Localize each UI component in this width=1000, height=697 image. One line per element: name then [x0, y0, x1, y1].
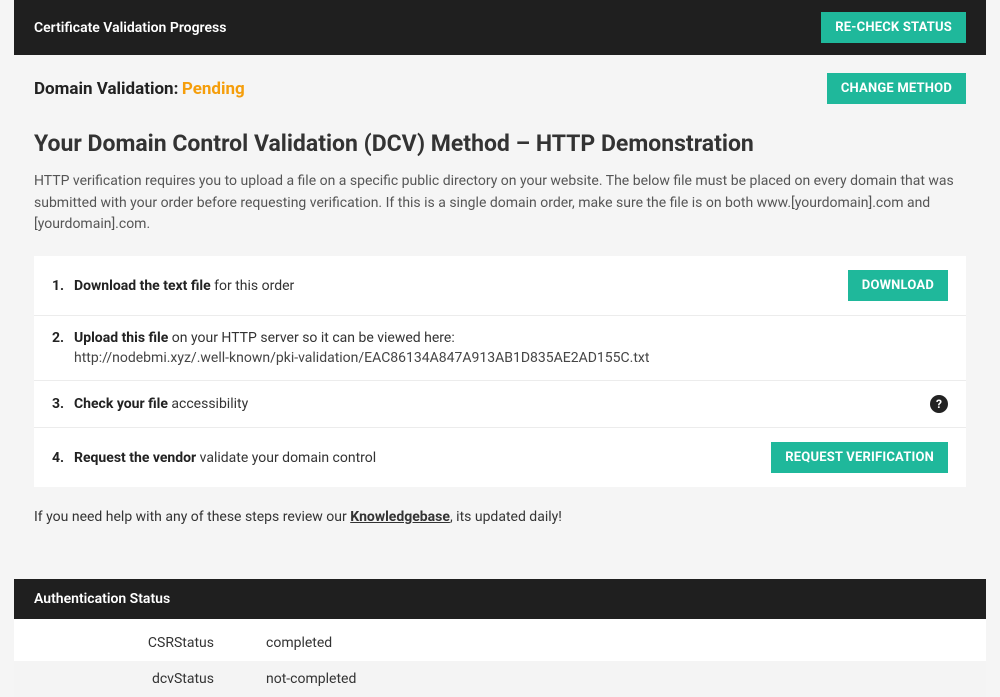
step-number: 4. — [52, 450, 68, 466]
domain-validation-label: Domain Validation: — [34, 79, 178, 99]
step-bold: Download the text file — [74, 278, 211, 294]
step-request: 4. Request the vendor validate your doma… — [34, 428, 966, 487]
footnote-suffix: , its updated daily! — [450, 509, 562, 525]
step-download: 1. Download the text file for this order… — [34, 256, 966, 316]
authentication-status-section: Authentication Status CSRStatus complete… — [14, 579, 986, 697]
validation-progress-title: Certificate Validation Progress — [34, 20, 226, 36]
domain-validation-status: Pending — [182, 79, 245, 99]
recheck-status-button[interactable]: RE-CHECK STATUS — [821, 12, 966, 43]
step-text: validate your domain control — [196, 450, 376, 466]
auth-row-label: CSRStatus — [14, 635, 254, 651]
auth-row-label: dcvStatus — [14, 671, 254, 687]
dcv-description: HTTP verification requires you to upload… — [34, 171, 966, 236]
validation-progress-header: Certificate Validation Progress RE-CHECK… — [14, 0, 986, 55]
step-number: 1. — [52, 278, 68, 294]
download-button[interactable]: DOWNLOAD — [848, 270, 948, 301]
step-number: 3. — [52, 396, 68, 412]
step-bold: Upload this file — [74, 330, 168, 346]
validation-file-url: http://nodebmi.xyz/.well-known/pki-valid… — [74, 350, 948, 366]
auth-row-value: not-completed — [254, 671, 986, 687]
table-row: dcvStatus not-completed — [14, 661, 986, 697]
step-text: on your HTTP server so it can be viewed … — [168, 330, 454, 346]
help-footnote: If you need help with any of these steps… — [34, 509, 966, 525]
step-bold: Request the vendor — [74, 450, 196, 466]
validation-panel: Domain Validation: Pending CHANGE METHOD… — [14, 55, 986, 551]
dcv-method-title: Your Domain Control Validation (DCV) Met… — [34, 130, 966, 157]
step-upload: 2. Upload this file on your HTTP server … — [34, 316, 966, 381]
step-text: for this order — [211, 278, 295, 294]
authentication-status-title: Authentication Status — [34, 591, 170, 607]
validation-status-row: Domain Validation: Pending CHANGE METHOD — [34, 73, 966, 104]
authentication-status-table: CSRStatus completed dcvStatus not-comple… — [14, 619, 986, 697]
step-bold: Check your file — [74, 396, 168, 412]
footnote-prefix: If you need help with any of these steps… — [34, 509, 350, 525]
request-verification-button[interactable]: REQUEST VERIFICATION — [771, 442, 948, 473]
step-number: 2. — [52, 330, 68, 366]
auth-row-value: completed — [254, 635, 986, 651]
step-text: accessibility — [168, 396, 248, 412]
knowledgebase-link[interactable]: Knowledgebase — [350, 509, 450, 525]
authentication-status-header: Authentication Status — [14, 579, 986, 619]
help-icon[interactable]: ? — [930, 395, 948, 413]
dcv-steps-list: 1. Download the text file for this order… — [34, 256, 966, 487]
change-method-button[interactable]: CHANGE METHOD — [827, 73, 966, 104]
table-row: CSRStatus completed — [14, 625, 986, 661]
step-check: 3. Check your file accessibility ? — [34, 381, 966, 428]
